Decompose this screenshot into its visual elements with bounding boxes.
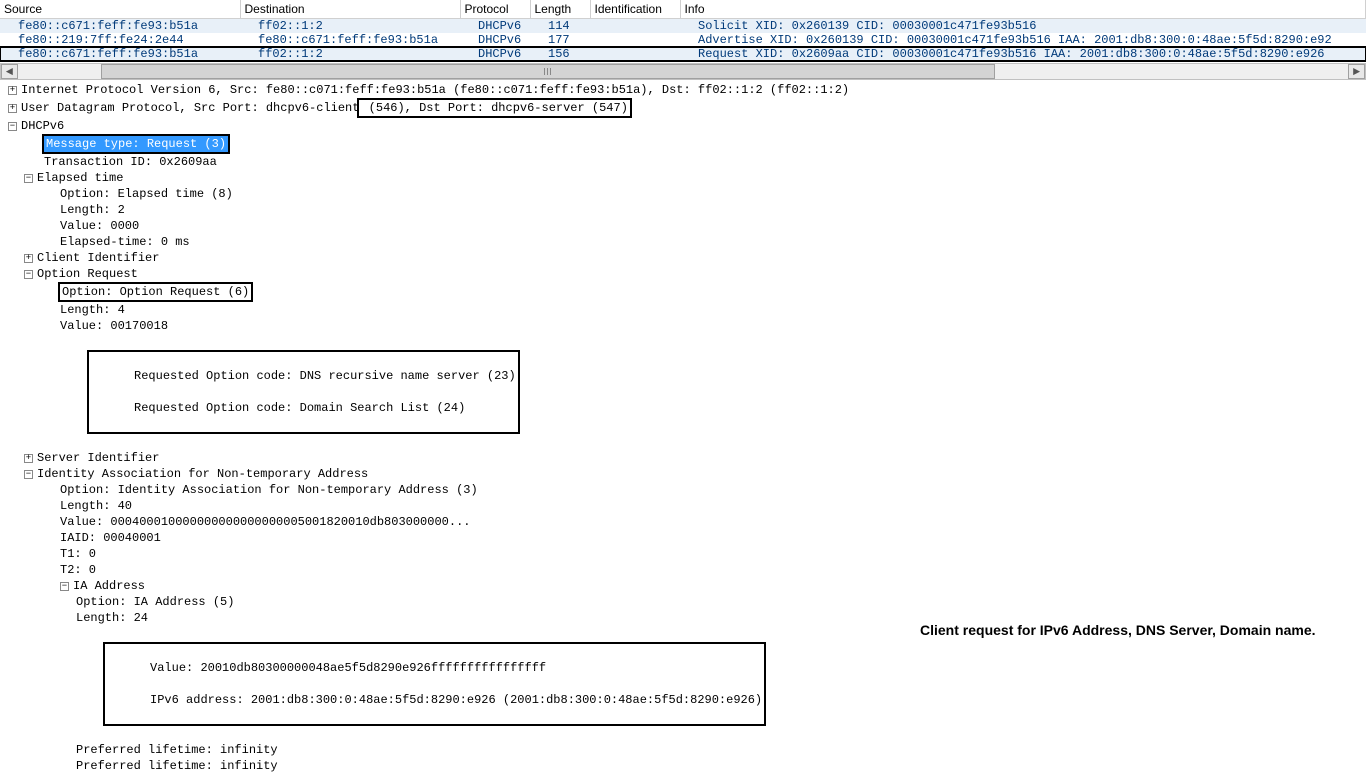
ipv6-address-box: Value: 20010db80300000048ae5f5d8290e926f… xyxy=(103,642,766,726)
cell-info: Solicit XID: 0x260139 CID: 00030001c471f… xyxy=(680,19,1366,34)
cell-id xyxy=(590,33,680,47)
col-protocol[interactable]: Protocol xyxy=(460,0,530,19)
collapse-icon[interactable]: − xyxy=(8,122,17,131)
requested-codes-box: Requested Option code: DNS recursive nam… xyxy=(87,350,520,434)
packet-row[interactable]: fe80::c671:feff:fe93:b51aff02::1:2DHCPv6… xyxy=(0,19,1366,34)
option-request-length[interactable]: Length: 4 xyxy=(0,302,1366,318)
cell-proto: DHCPv6 xyxy=(460,33,530,47)
elapsed-ms[interactable]: Elapsed-time: 0 ms xyxy=(0,234,1366,250)
expand-icon[interactable]: + xyxy=(24,454,33,463)
expand-icon[interactable]: + xyxy=(24,254,33,263)
packet-details[interactable]: + Internet Protocol Version 6, Src: fe80:… xyxy=(0,82,1366,778)
iana-length[interactable]: Length: 40 xyxy=(0,498,1366,514)
elapsed-value[interactable]: Value: 0000 xyxy=(0,218,1366,234)
cell-src: fe80::219:7ff:fe24:2e44 xyxy=(0,33,240,47)
elapsed-length[interactable]: Length: 2 xyxy=(0,202,1366,218)
option-request[interactable]: −Option Request xyxy=(0,266,1366,282)
collapse-icon[interactable]: − xyxy=(60,582,69,591)
col-length[interactable]: Length xyxy=(530,0,590,19)
transaction-id[interactable]: Transaction ID: 0x2609aa xyxy=(0,154,1366,170)
udp-line[interactable]: + User Datagram Protocol, Src Port: dhcpv… xyxy=(0,98,1366,118)
iaaddr-box-lines[interactable]: Value: 20010db80300000048ae5f5d8290e926f… xyxy=(0,626,1366,742)
udp-prefix: User Datagram Protocol, Src Port: dhcpv6… xyxy=(21,101,359,115)
ip-line[interactable]: + Internet Protocol Version 6, Src: fe80:… xyxy=(0,82,1366,98)
cell-len: 177 xyxy=(530,33,590,47)
cell-len: 156 xyxy=(530,47,590,61)
scroll-right-icon[interactable]: ► xyxy=(1348,64,1365,79)
collapse-icon[interactable]: − xyxy=(24,270,33,279)
cell-id xyxy=(590,19,680,34)
message-type-line[interactable]: Message type: Request (3) xyxy=(0,134,1366,154)
scroll-left-icon[interactable]: ◄ xyxy=(1,64,18,79)
client-identifier[interactable]: +Client Identifier xyxy=(0,250,1366,266)
cell-dst: ff02::1:2 xyxy=(240,47,460,61)
col-info[interactable]: Info xyxy=(680,0,1366,19)
dhcpv6-label: DHCPv6 xyxy=(21,119,64,133)
col-source[interactable]: Source xyxy=(0,0,240,19)
dhcpv6-line[interactable]: −DHCPv6 xyxy=(0,118,1366,134)
iaaddr-option[interactable]: Option: IA Address (5) xyxy=(0,594,1366,610)
elapsed-time[interactable]: −Elapsed time xyxy=(0,170,1366,186)
message-type-selected: Message type: Request (3) xyxy=(42,134,230,154)
cell-src: fe80::c671:feff:fe93:b51a xyxy=(0,47,240,61)
cell-dst: ff02::1:2 xyxy=(240,19,460,34)
cell-info: Advertise XID: 0x260139 CID: 00030001c47… xyxy=(680,33,1366,47)
expand-icon[interactable]: + xyxy=(8,86,17,95)
packet-row[interactable]: fe80::219:7ff:fe24:2e44fe80::c671:feff:f… xyxy=(0,33,1366,47)
expand-icon[interactable]: + xyxy=(8,104,17,113)
iana-t2[interactable]: T2: 0 xyxy=(0,562,1366,578)
requested-codes[interactable]: Requested Option code: DNS recursive nam… xyxy=(0,334,1366,450)
packet-list[interactable]: Source Destination Protocol Length Ident… xyxy=(0,0,1366,61)
iana-value[interactable]: Value: 000400010000000000000000005001820… xyxy=(0,514,1366,530)
iana-iaid[interactable]: IAID: 00040001 xyxy=(0,530,1366,546)
ia-address[interactable]: −IA Address xyxy=(0,578,1366,594)
server-identifier[interactable]: +Server Identifier xyxy=(0,450,1366,466)
elapsed-option[interactable]: Option: Elapsed time (8) xyxy=(0,186,1366,202)
option-request-option[interactable]: Option: Option Request (6) xyxy=(0,282,1366,302)
cell-id xyxy=(590,47,680,61)
cell-src: fe80::c671:feff:fe93:b51a xyxy=(0,19,240,34)
cell-proto: DHCPv6 xyxy=(460,47,530,61)
iana-option[interactable]: Option: Identity Association for Non-tem… xyxy=(0,482,1366,498)
iana[interactable]: −Identity Association for Non-temporary … xyxy=(0,466,1366,482)
annotation-text: Client request for IPv6 Address, DNS Ser… xyxy=(920,622,1316,638)
iaaddr-pref2[interactable]: Preferred lifetime: infinity xyxy=(0,758,1366,774)
col-destination[interactable]: Destination xyxy=(240,0,460,19)
cell-info: Request XID: 0x2609aa CID: 00030001c471f… xyxy=(680,47,1366,61)
col-identification[interactable]: Identification xyxy=(590,0,680,19)
iana-t1[interactable]: T1: 0 xyxy=(0,546,1366,562)
cell-proto: DHCPv6 xyxy=(460,19,530,34)
packet-list-header[interactable]: Source Destination Protocol Length Ident… xyxy=(0,0,1366,19)
packet-row[interactable]: fe80::c671:feff:fe93:b51aff02::1:2DHCPv6… xyxy=(0,47,1366,61)
udp-ports-box: (546), Dst Port: dhcpv6-server (547) xyxy=(357,98,631,118)
iaaddr-pref1[interactable]: Preferred lifetime: infinity xyxy=(0,742,1366,758)
collapse-icon[interactable]: − xyxy=(24,470,33,479)
cell-dst: fe80::c671:feff:fe93:b51a xyxy=(240,33,460,47)
option-request-box: Option: Option Request (6) xyxy=(58,282,253,302)
ip-line-text: Internet Protocol Version 6, Src: fe80::… xyxy=(21,83,849,97)
collapse-icon[interactable]: − xyxy=(24,174,33,183)
scroll-thumb[interactable] xyxy=(101,64,995,79)
option-request-value[interactable]: Value: 00170018 xyxy=(0,318,1366,334)
cell-len: 114 xyxy=(530,19,590,34)
packet-list-hscrollbar[interactable]: ◄ ► xyxy=(0,63,1366,80)
